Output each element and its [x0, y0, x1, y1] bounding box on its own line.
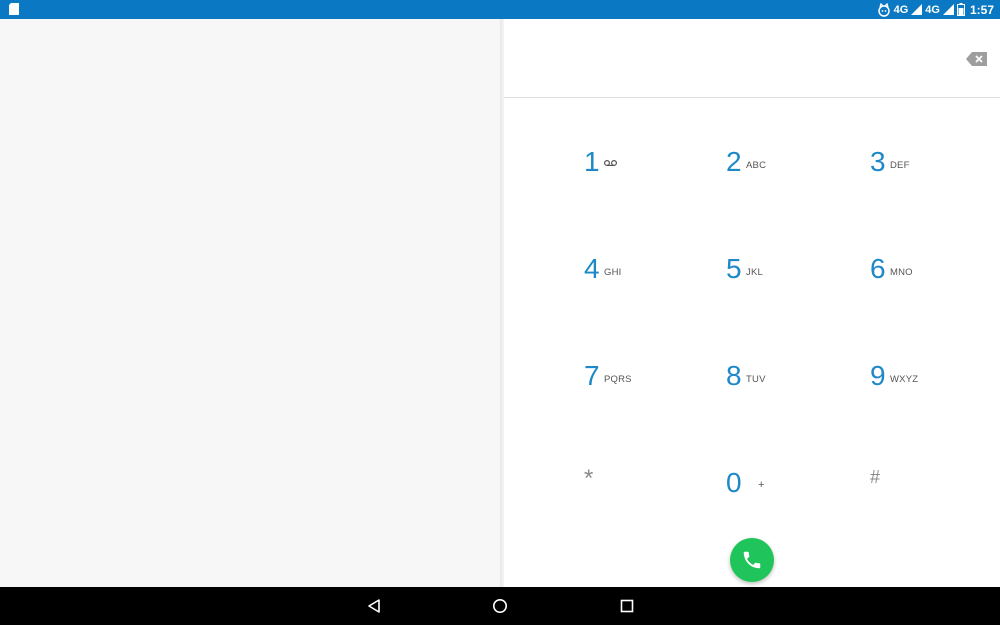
- key-letters: WXYZ: [890, 374, 919, 385]
- key-digit: 4: [584, 253, 600, 284]
- voicemail-icon: [604, 160, 617, 166]
- network-type-2: 4G: [925, 3, 940, 16]
- key-letters: TUV: [746, 374, 766, 385]
- dialpad-key-6[interactable]: 6 MNO: [870, 253, 990, 313]
- key-digit: 1: [584, 146, 600, 177]
- backspace-icon[interactable]: [966, 51, 988, 67]
- key-digit: 2: [726, 146, 742, 177]
- sd-card-icon: [9, 3, 19, 15]
- key-letters: DEF: [890, 160, 910, 171]
- phone-icon: [743, 551, 761, 569]
- signal-icon: [911, 4, 923, 15]
- dialpad-key-4[interactable]: 4 GHI: [584, 253, 704, 313]
- key-digit: 3: [870, 146, 886, 177]
- digits-field[interactable]: [504, 19, 1000, 98]
- call-button[interactable]: [730, 538, 774, 582]
- key-letters: GHI: [604, 267, 622, 278]
- cat-notification-icon: [877, 2, 890, 17]
- navigation-bar: [0, 587, 1000, 625]
- key-digit: 0: [726, 467, 742, 498]
- dialpad-key-9[interactable]: 9 WXYZ: [870, 360, 990, 420]
- dialpad-key-1[interactable]: 1: [584, 146, 704, 206]
- signal-icon: [942, 4, 954, 15]
- key-letters: MNO: [890, 267, 913, 278]
- dialpad-key-8[interactable]: 8 TUV: [726, 360, 846, 420]
- home-icon[interactable]: [492, 598, 508, 614]
- dialpad-key-7[interactable]: 7 PQRS: [584, 360, 704, 420]
- key-digit: 8: [726, 360, 742, 391]
- key-digit: 5: [726, 253, 742, 284]
- key-digit: *: [584, 465, 594, 492]
- key-digit: #: [870, 467, 881, 487]
- dialpad-key-star[interactable]: *: [584, 463, 704, 523]
- dialpad-key-0[interactable]: 0 +: [726, 467, 846, 527]
- back-icon[interactable]: [366, 598, 382, 614]
- dialpad-key-5[interactable]: 5 JKL: [726, 253, 846, 313]
- recents-icon[interactable]: [619, 598, 635, 614]
- dialpad-panel: 1 2 ABC 3 DEF 4 GHI 5 JKL 6 MNO 7 PQRS 8…: [504, 19, 1000, 587]
- key-digit: 6: [870, 253, 886, 284]
- key-digit: 7: [584, 360, 600, 391]
- dialpad-key-hash[interactable]: #: [870, 461, 990, 521]
- key-letters: JKL: [746, 267, 763, 278]
- status-icons: 4G 4G 1:57: [877, 0, 994, 19]
- clock: 1:57: [969, 2, 994, 17]
- key-digit: 9: [870, 360, 886, 391]
- left-pane: [0, 19, 502, 587]
- network-type-1: 4G: [893, 3, 909, 16]
- status-bar: 4G 4G 1:57: [0, 0, 1000, 19]
- dialpad-key-3[interactable]: 3 DEF: [870, 146, 990, 206]
- key-letters: ABC: [746, 160, 767, 171]
- battery-icon: [956, 3, 965, 16]
- key-letters: +: [758, 479, 765, 491]
- dialpad-key-2[interactable]: 2 ABC: [726, 146, 846, 206]
- key-letters: PQRS: [604, 374, 632, 385]
